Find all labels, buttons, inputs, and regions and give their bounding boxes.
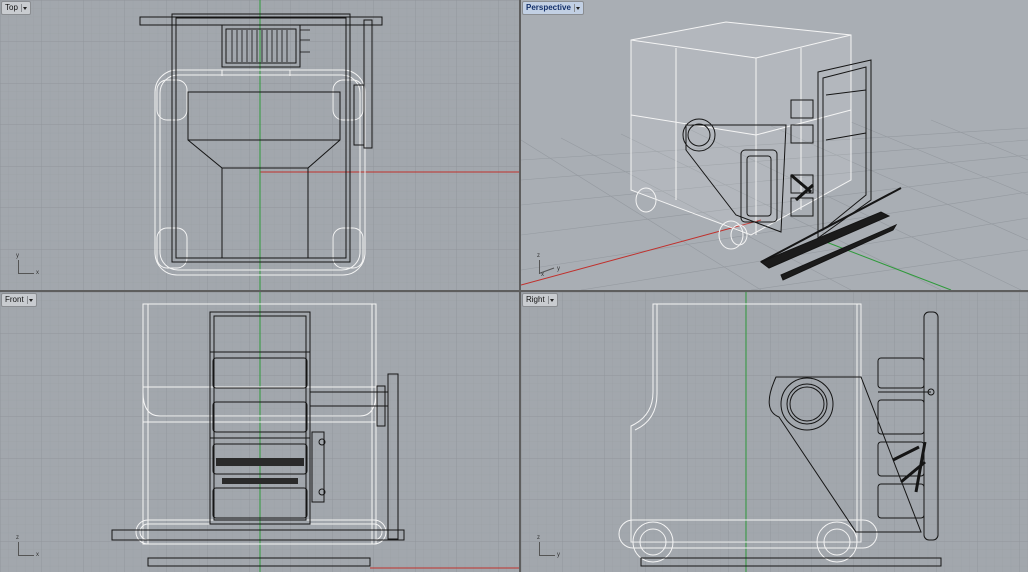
viewport-front[interactable]: Front x z bbox=[0, 292, 519, 572]
viewport-tab-top[interactable]: Top bbox=[1, 1, 31, 15]
viewport-label-front: Front bbox=[5, 295, 24, 304]
top-view-drawing bbox=[0, 0, 519, 290]
viewport-tab-perspective[interactable]: Perspective bbox=[522, 1, 584, 15]
axis-label-z: z bbox=[16, 535, 19, 541]
axis-label-x: x bbox=[541, 272, 544, 278]
axis-label-z: z bbox=[537, 535, 540, 541]
chevron-down-icon[interactable] bbox=[20, 4, 28, 12]
viewport-label-top: Top bbox=[5, 3, 18, 12]
viewport-tab-right[interactable]: Right bbox=[522, 293, 558, 307]
axis-indicator: y x z bbox=[535, 252, 565, 278]
right-view-drawing bbox=[521, 292, 1028, 572]
viewport-top[interactable]: Top x y bbox=[0, 0, 519, 290]
viewport-label-perspective: Perspective bbox=[526, 3, 571, 12]
axis-label-x: x bbox=[36, 270, 39, 276]
viewport-perspective[interactable]: Perspective y x z bbox=[521, 0, 1028, 290]
axis-label-y: y bbox=[557, 266, 560, 272]
chevron-down-icon[interactable] bbox=[547, 296, 555, 304]
y-axis-line bbox=[820, 239, 952, 290]
axis-label-z: z bbox=[537, 253, 540, 259]
viewport-right[interactable]: Right y z bbox=[521, 292, 1028, 572]
axis-indicator: y z bbox=[535, 534, 565, 558]
axis-label-y: y bbox=[557, 552, 560, 558]
viewport-tab-front[interactable]: Front bbox=[1, 293, 37, 307]
chevron-down-icon[interactable] bbox=[26, 296, 34, 304]
perspective-view-drawing bbox=[521, 21, 1028, 290]
axis-indicator: x y bbox=[14, 252, 44, 276]
chevron-down-icon[interactable] bbox=[573, 4, 581, 12]
axis-label-y: y bbox=[16, 253, 19, 259]
axis-label-x: x bbox=[36, 552, 39, 558]
axis-indicator: x z bbox=[14, 534, 44, 558]
front-view-drawing bbox=[0, 292, 519, 572]
viewport-label-right: Right bbox=[526, 295, 545, 304]
